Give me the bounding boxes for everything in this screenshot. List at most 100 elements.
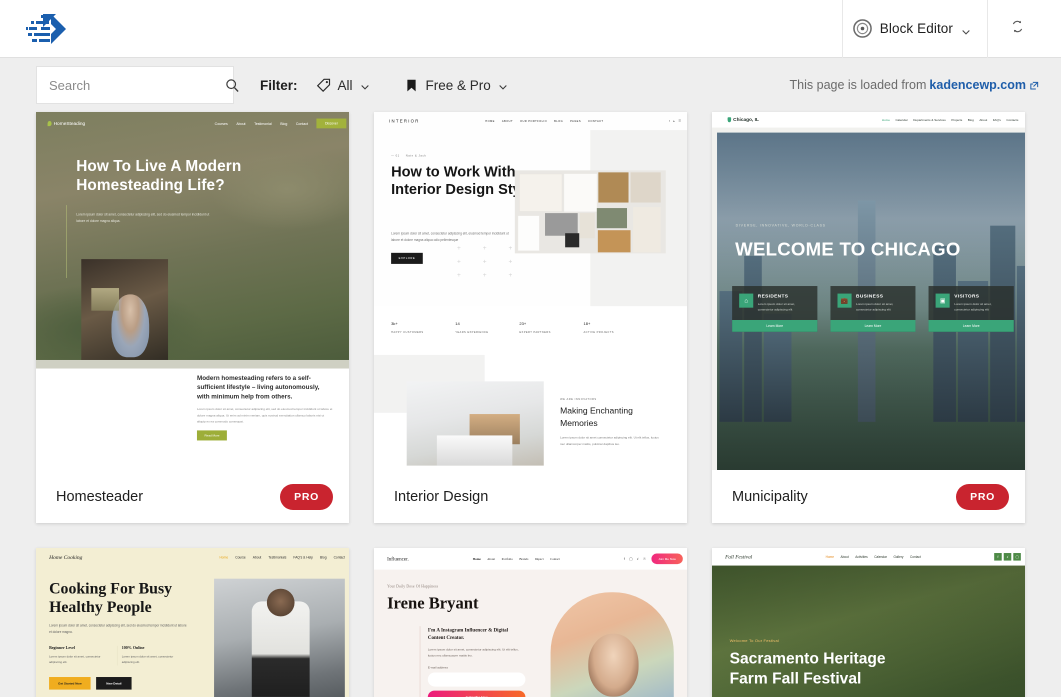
- site-feature-card: 💼 BUSINESS Lorem ipsum dolor sit amet, co…: [830, 286, 916, 332]
- site-body-text: Lorem ipsum dolor sit amet, consectetur …: [196, 407, 333, 424]
- site-nav-link: About: [252, 555, 262, 560]
- site-nav-link: Course: [235, 555, 246, 560]
- template-card-footer: Interior Design: [374, 470, 687, 523]
- template-title: Interior Design: [394, 488, 489, 505]
- site-body-text: Lorem ipsum dolor sit amet consectetur a…: [560, 435, 659, 446]
- site-nav-link: Home: [472, 556, 481, 561]
- site-nav-link: Calendar: [874, 555, 887, 559]
- site-hero-subtext: Lorem ipsum dolor sit amet, consectetur …: [49, 623, 187, 634]
- site-nav-link: Gallery: [893, 555, 904, 559]
- site-hero-subtext: Lorem ipsum dolor sit amet, consectetur …: [76, 212, 210, 223]
- site-card-body: Lorem ipsum dolor sit amet, consectetur …: [757, 302, 796, 312]
- site-logo-text: Fall Festival: [725, 553, 753, 560]
- site-nav-link: Calendar: [895, 118, 908, 122]
- shield-icon: [727, 117, 732, 123]
- site-nav-link: Contact: [909, 555, 921, 559]
- template-preview-thumbnail[interactable]: Home Cooking Home Course About Testimoni…: [36, 548, 349, 697]
- site-nav-link: FAQ's & Help: [293, 555, 313, 560]
- chevron-down-icon: [961, 24, 971, 35]
- search-input[interactable]: [49, 77, 225, 93]
- chevron-down-icon: [498, 80, 508, 90]
- briefcase-icon: 💼: [837, 293, 852, 308]
- template-preview-thumbnail[interactable]: Chicago, IL Home Calendar Departments & …: [712, 112, 1025, 470]
- site-card-body: Lorem ipsum dolor sit amet, consectetur …: [954, 302, 992, 312]
- template-card[interactable]: Home Cooking Home Course About Testimoni…: [36, 548, 349, 697]
- decorative-plus-grid: + + + + + + + + +: [456, 243, 523, 279]
- site-hero-heading: Cooking For Busy Healthy People: [49, 579, 173, 616]
- site-stat-number: 14: [455, 321, 460, 327]
- site-social-icons: f 𝒷 ▢: [994, 553, 1021, 561]
- template-card-footer: Homesteader PRO: [36, 470, 349, 523]
- site-nav-link: Contact: [295, 121, 308, 126]
- template-card[interactable]: INTERIOR HOME ABOUT OUR PORTFOLIO BLOG P…: [374, 112, 687, 523]
- site-hero-image: Welcome To Our Festival Sacramento Herit…: [712, 565, 1025, 697]
- template-card[interactable]: Fall Festival Home About Activities Cale…: [712, 548, 1025, 697]
- site-col-body: Lorem ipsum dolor sit amet, consectetur …: [121, 655, 174, 664]
- site-cityscape: [717, 133, 1025, 422]
- site-nav-link: About: [979, 118, 988, 122]
- site-stat-number: 18+: [583, 321, 591, 327]
- site-image-placeholder: [214, 578, 345, 697]
- refresh-button[interactable]: [987, 0, 1047, 58]
- site-hero-heading: How To Live A Modern Homesteading Life?: [76, 157, 242, 194]
- site-stat-label: ACTIVE PROJECTS: [583, 330, 614, 334]
- site-stat-label: HAPPY CUSTOMERS: [391, 330, 424, 334]
- template-preview-thumbnail[interactable]: HomeSteading Courses About Testimonial B…: [36, 112, 349, 470]
- site-body-text: Lorem ipsum dolor sit amet, consectetur …: [427, 647, 519, 658]
- home-icon: ⌂: [739, 293, 754, 308]
- site-card-body: Lorem ipsum dolor sit amet, consectetur …: [856, 302, 894, 312]
- site-nav-link: ABOUT: [501, 119, 513, 123]
- template-card[interactable]: HomeSteading Courses About Testimonial B…: [36, 112, 349, 523]
- template-preview-thumbnail[interactable]: INTERIOR HOME ABOUT OUR PORTFOLIO BLOG P…: [374, 112, 687, 470]
- site-nav-link: Blog: [280, 121, 288, 126]
- mini-site-homesteader: HomeSteading Courses About Testimonial B…: [36, 112, 349, 470]
- site-card-cta: Learn More: [928, 320, 1014, 332]
- search-icon[interactable]: [225, 78, 240, 93]
- search-field-wrapper[interactable]: [36, 66, 239, 104]
- bookmark-icon: [404, 78, 419, 93]
- site-card-cta: Learn More: [830, 320, 916, 332]
- external-link-icon[interactable]: [1029, 80, 1039, 90]
- filter-toolbar: Filter: All Free & Pro This page is load…: [0, 58, 1061, 112]
- site-card-title: BUSINESS: [856, 293, 884, 299]
- site-col-body: Lorem ipsum dolor sit amet, consectetur …: [49, 655, 101, 664]
- site-nav-link: Home: [881, 118, 890, 122]
- site-nav-link: Activities: [855, 555, 868, 559]
- mini-site-influencer: Influencer. Home About Portfolio Brands …: [374, 548, 687, 697]
- site-stat-number: 23+: [519, 321, 527, 327]
- site-card-title: VISITORS: [954, 293, 980, 299]
- site-logo-text: Home Cooking: [49, 554, 83, 561]
- site-eyebrow-text: DIVERSE, INNOVATIVE, WORLD-CLASS: [735, 223, 826, 228]
- site-image-placeholder: [406, 381, 544, 466]
- site-eyebrow-number: — 01: [391, 154, 400, 158]
- site-col-heading: 100% Online: [121, 645, 145, 651]
- kadence-logo-icon[interactable]: [22, 12, 68, 46]
- site-hero-portrait: [81, 259, 169, 365]
- template-preview-thumbnail[interactable]: Fall Festival Home About Activities Cale…: [712, 548, 1025, 697]
- site-nav-link: Home: [825, 555, 834, 559]
- site-image-placeholder: [514, 170, 666, 254]
- site-nav-cta: Discover: [316, 118, 347, 129]
- site-cta-button: Read More: [196, 430, 227, 441]
- chevron-down-icon: [360, 80, 370, 90]
- site-nav-link: Courses: [214, 121, 228, 126]
- category-filter-dropdown[interactable]: All: [316, 78, 370, 93]
- template-grid: HomeSteading Courses About Testimonial B…: [0, 112, 1061, 697]
- site-logo-text: HomeSteading: [53, 120, 86, 126]
- source-link[interactable]: kadencewp.com: [929, 78, 1026, 92]
- site-eyebrow-text: Welcome To Our Festival: [729, 638, 780, 643]
- site-cta-secondary: New Detail: [96, 676, 132, 690]
- site-social-icons: f ▸ ☰: [669, 119, 681, 123]
- app-header: Block Editor: [0, 0, 1061, 58]
- template-card-footer: Municipality PRO: [712, 470, 1025, 523]
- template-card[interactable]: Influencer. Home About Portfolio Brands …: [374, 548, 687, 697]
- template-title: Municipality: [732, 488, 808, 505]
- site-nav-link: Contact: [550, 556, 560, 561]
- template-preview-thumbnail[interactable]: Influencer. Home About Portfolio Brands …: [374, 548, 687, 697]
- template-card[interactable]: Chicago, IL Home Calendar Departments & …: [712, 112, 1025, 523]
- site-logo-text: INTERIOR: [389, 118, 420, 124]
- editor-switcher-button[interactable]: Block Editor: [841, 0, 987, 58]
- plan-filter-dropdown[interactable]: Free & Pro: [404, 78, 508, 93]
- site-subscribe-button: Subscribe Now: [427, 690, 526, 697]
- header-right-controls: Block Editor: [841, 0, 1047, 58]
